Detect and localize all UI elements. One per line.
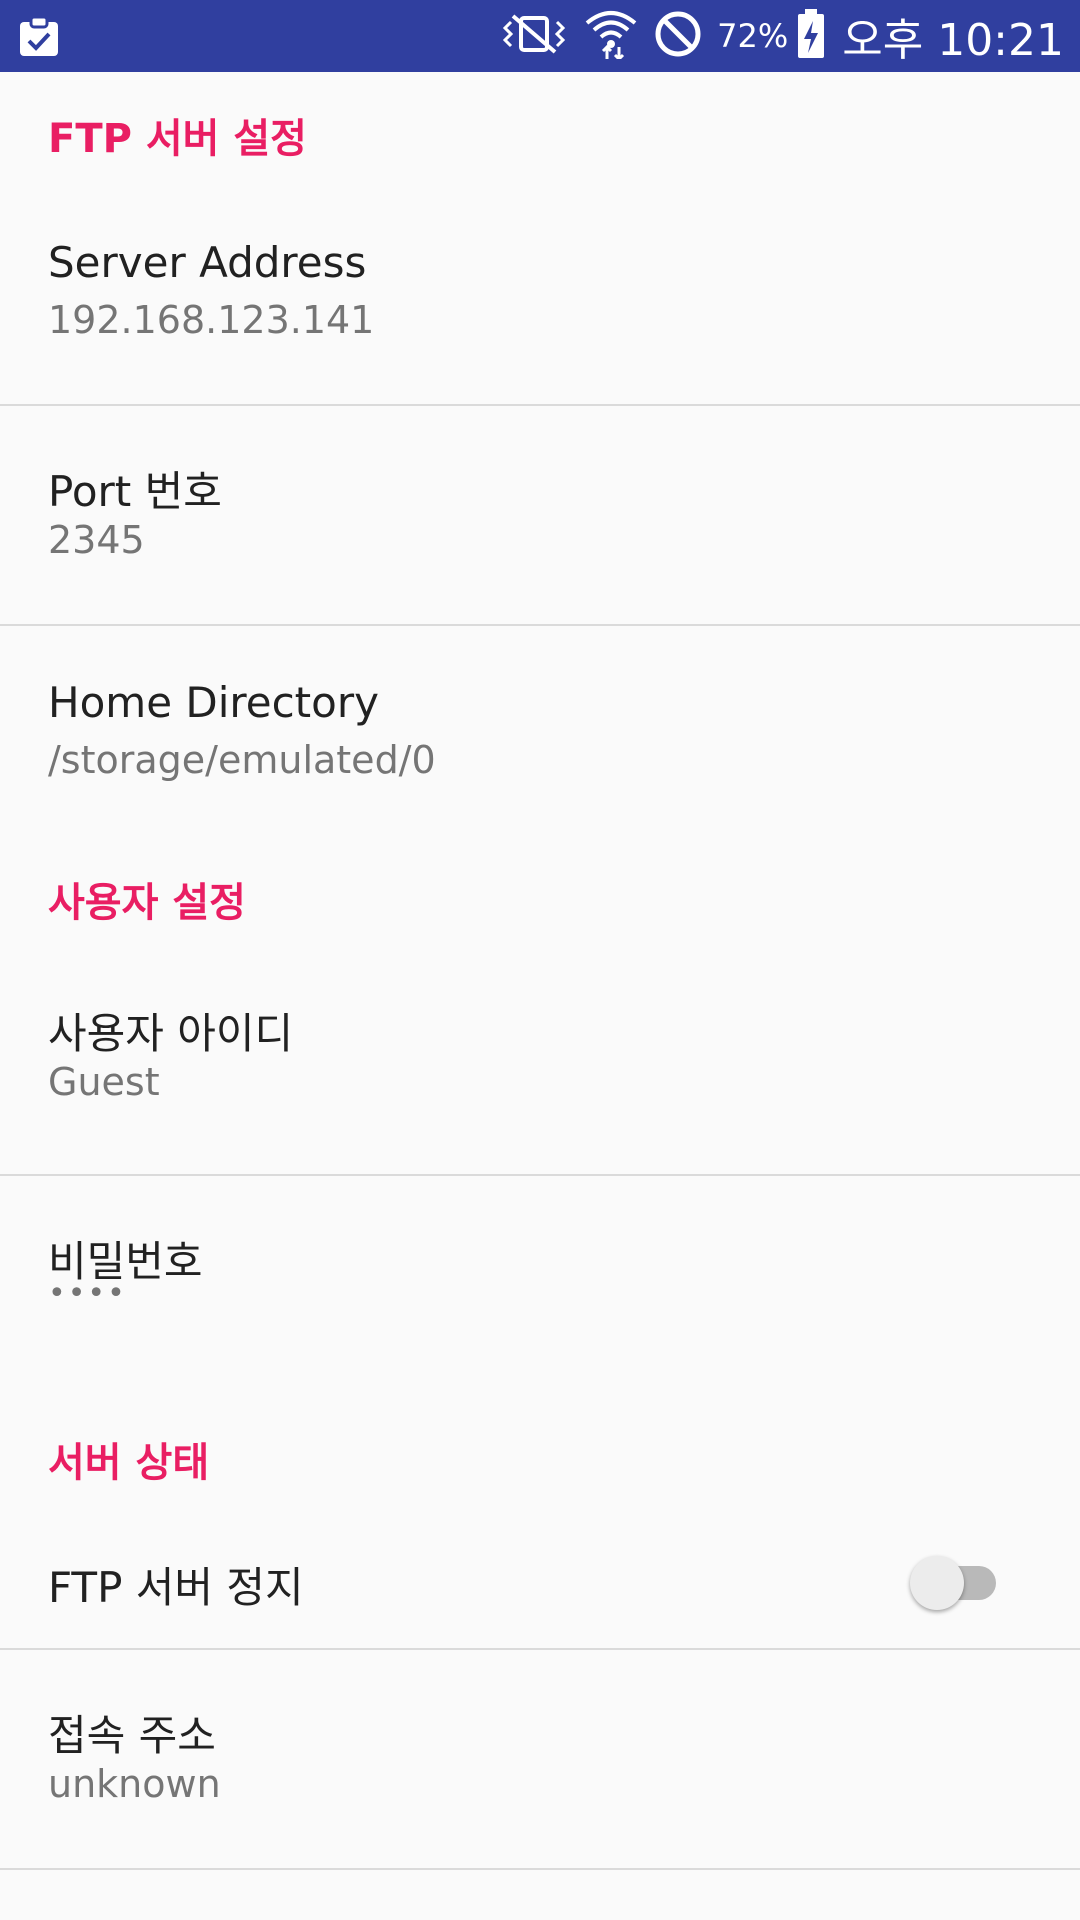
pref-summary: 192.168.123.141 xyxy=(48,298,375,342)
pref-access-address[interactable]: 접속 주소 unknown xyxy=(0,1650,1080,1870)
pref-home-directory[interactable]: Home Directory /storage/emulated/0 xyxy=(0,626,1080,846)
pref-title: Server Address xyxy=(48,238,367,287)
pref-password[interactable]: 비밀번호 •••• xyxy=(0,1176,1080,1396)
category-title: 서버 상태 xyxy=(48,1440,210,1486)
switch-thumb xyxy=(910,1556,964,1610)
clipboard-check-icon xyxy=(18,14,60,58)
status-bar: 72% 오후 10:21 xyxy=(0,0,1080,72)
pref-summary: •••• xyxy=(48,1276,127,1311)
settings-list: FTP 서버 설정 Server Address 192.168.123.141… xyxy=(0,72,1080,1870)
pref-summary: /storage/emulated/0 xyxy=(48,738,436,782)
category-server-status: 서버 상태 xyxy=(0,1396,1080,1510)
category-title: 사용자 설정 xyxy=(48,880,246,926)
server-toggle-switch[interactable] xyxy=(910,1556,998,1610)
pref-summary: Guest xyxy=(48,1060,160,1104)
battery-percent: 72% xyxy=(717,17,789,55)
pref-title: Home Directory xyxy=(48,678,379,727)
pref-title: 접속 주소 xyxy=(48,1711,216,1760)
pref-title: 사용자 아이디 xyxy=(48,1009,294,1058)
pref-user-id[interactable]: 사용자 아이디 Guest xyxy=(0,956,1080,1176)
clock: 오후 10:21 xyxy=(842,15,1064,66)
battery-charging-icon xyxy=(796,9,826,63)
pref-summary: 2345 xyxy=(48,518,145,562)
category-user-settings: 사용자 설정 xyxy=(0,846,1080,956)
vibrate-mute-icon xyxy=(499,12,569,60)
pref-port[interactable]: Port 번호 2345 xyxy=(0,406,1080,626)
wifi-icon xyxy=(585,9,637,63)
do-not-disturb-icon xyxy=(653,9,703,63)
pref-title: Port 번호 xyxy=(48,467,222,516)
category-title: FTP 서버 설정 xyxy=(48,116,307,162)
pref-summary: unknown xyxy=(48,1762,221,1806)
category-ftp-settings: FTP 서버 설정 xyxy=(0,72,1080,186)
pref-server-address[interactable]: Server Address 192.168.123.141 xyxy=(0,186,1080,406)
pref-server-toggle[interactable]: FTP 서버 정지 xyxy=(0,1510,1080,1650)
pref-title: FTP 서버 정지 xyxy=(48,1563,304,1612)
